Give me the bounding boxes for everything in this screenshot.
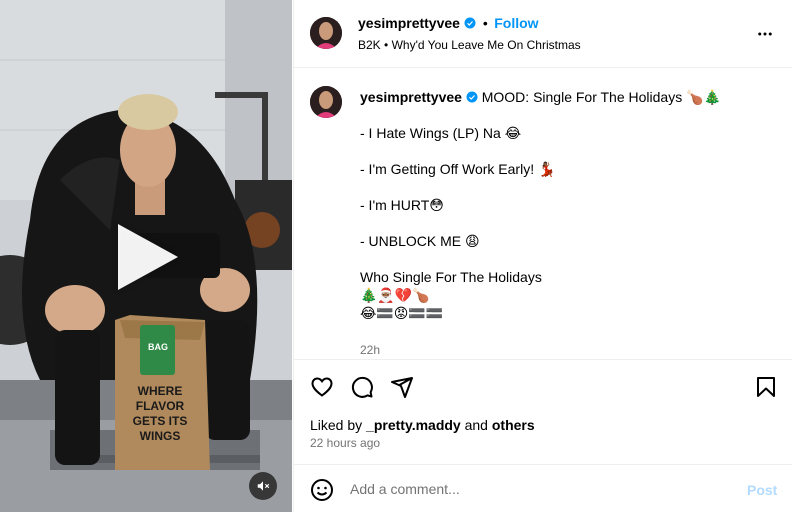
likes-joiner: and [464,417,488,433]
author-avatar[interactable] [310,17,342,49]
share-icon[interactable] [390,375,414,399]
mute-button[interactable] [249,472,277,500]
caption-line: 🎄🎅🏾💔🍗 [360,287,430,303]
comment-input[interactable] [350,479,730,499]
caption-username[interactable]: yesimprettyvee [360,89,462,105]
liked-by-user[interactable]: _pretty.maddy [366,417,461,433]
caption-avatar[interactable] [310,86,342,118]
action-bar: Liked by _pretty.maddy and others 22 hou… [294,361,792,465]
emoji-icon[interactable] [310,478,334,502]
bag-label-text: BAG [148,342,168,352]
post-header: yesimprettyvee • Follow B2K • Why'd You … [294,0,792,68]
heart-icon[interactable] [310,375,334,399]
bookmark-icon[interactable] [754,375,778,399]
likes-summary: Liked by _pretty.maddy and others [310,417,535,433]
caption-line: Who Single For The Holidays [360,269,542,285]
post-details-panel: yesimprettyvee • Follow B2K • Why'd You … [293,0,792,512]
caption-section: yesimprettyvee MOOD: Single For The Holi… [294,68,792,360]
mute-icon [257,481,270,491]
caption-line: - I Hate Wings (LP) Na 😂 [360,125,522,141]
caption-line: MOOD: Single For The Holidays 🍗🎄 [481,89,721,105]
header-title-row: yesimprettyvee • Follow [358,15,539,33]
likes-prefix: Liked by [310,417,363,433]
author-username[interactable]: yesimprettyvee [358,15,460,31]
svg-text:WHERE: WHERE [138,384,183,398]
header-separator: • [482,15,488,31]
verified-badge-icon [464,17,476,29]
caption-text: yesimprettyvee MOOD: Single For The Holi… [360,88,780,359]
audio-artist: B2K [358,38,381,52]
instagram-post-view: BAG WHERE FLAVOR GETS ITS WINGS yesimpre… [0,0,792,512]
liked-by-others[interactable]: others [492,417,535,433]
verified-badge-icon [466,91,478,103]
svg-text:WINGS: WINGS [140,429,181,443]
more-options-icon[interactable] [756,25,774,43]
audio-info[interactable]: B2K • Why'd You Leave Me On Christmas [358,38,581,52]
svg-text:GETS ITS: GETS ITS [133,414,188,428]
caption-line: - UNBLOCK ME 😩 [360,233,480,249]
caption-line: - I'm HURT😳 [360,197,444,213]
audio-separator: • [384,38,389,52]
follow-button[interactable]: Follow [494,15,538,31]
caption-line: 😂🟰😡🟰🟰 [360,305,444,321]
post-date[interactable]: 22 hours ago [310,436,380,450]
play-icon[interactable] [118,224,178,290]
caption-timestamp[interactable]: 22h [360,343,380,357]
post-video[interactable]: BAG WHERE FLAVOR GETS ITS WINGS [0,0,292,512]
svg-text:FLAVOR: FLAVOR [136,399,185,413]
caption-line: - I'm Getting Off Work Early! 💃🏾 [360,161,556,177]
audio-track: Why'd You Leave Me On Christmas [391,38,581,52]
comment-box: Post [294,466,792,512]
comment-icon[interactable] [350,375,374,399]
post-comment-button[interactable]: Post [747,482,777,498]
